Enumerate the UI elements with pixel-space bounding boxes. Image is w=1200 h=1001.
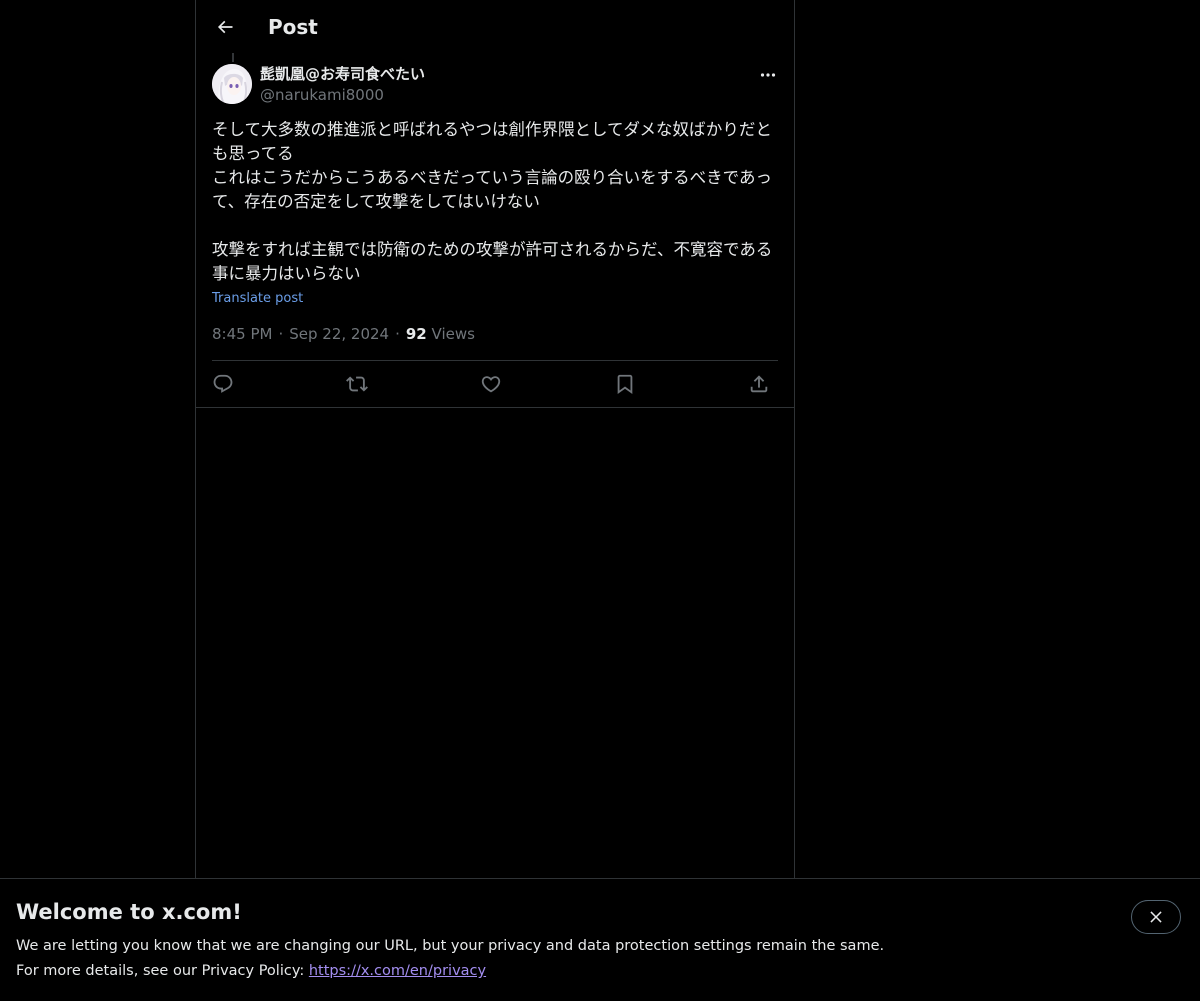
avatar[interactable] <box>212 64 252 104</box>
reply-button[interactable] <box>212 373 234 395</box>
banner-privacy-prefix: For more details, see our Privacy Policy… <box>16 963 309 979</box>
thread-connector-line <box>232 53 234 62</box>
banner-message: We are letting you know that we are chan… <box>16 938 885 954</box>
close-icon <box>1150 911 1162 923</box>
share-icon <box>750 375 768 393</box>
arrow-left-icon <box>217 20 233 34</box>
banner-title: Welcome to x.com! <box>16 900 242 924</box>
banner-close-button[interactable] <box>1131 900 1181 934</box>
views-count: 92 <box>405 325 427 343</box>
primary-column: Post 髭凱凰@お寿司食べたい @narukami8000 そして大多数の推進… <box>195 0 795 1000</box>
post-date[interactable]: Sep 22, 2024 <box>289 325 389 343</box>
bookmark-icon <box>617 374 633 395</box>
privacy-policy-link[interactable]: https://x.com/en/privacy <box>309 963 486 979</box>
heart-icon <box>481 376 501 393</box>
author-display-name[interactable]: 髭凱凰@お寿司食べたい <box>260 64 425 84</box>
reply-icon <box>213 374 233 393</box>
share-button[interactable] <box>748 373 770 395</box>
meta-separator: · <box>278 325 284 343</box>
page-title: Post <box>268 15 318 39</box>
back-button[interactable] <box>208 10 242 44</box>
more-options-button[interactable] <box>755 64 781 86</box>
like-button[interactable] <box>480 373 502 395</box>
banner-privacy-line: For more details, see our Privacy Policy… <box>16 961 486 981</box>
bookmark-button[interactable] <box>614 373 636 395</box>
more-dots-icon <box>760 73 776 77</box>
post-text: そして大多数の推進派と呼ばれるやつは創作界隈としてダメな奴ばかりだとも思ってる … <box>212 120 773 283</box>
author-handle[interactable]: @narukami8000 <box>260 85 384 105</box>
views-label: Views <box>431 325 475 343</box>
meta-separator: · <box>395 325 400 343</box>
translate-post-link[interactable]: Translate post <box>212 290 303 308</box>
post-time[interactable]: 8:45 PM <box>212 325 272 343</box>
page-header: Post <box>196 0 794 53</box>
post-meta: 8:45 PM · Sep 22, 2024 · 92 Views <box>212 324 475 344</box>
repost-icon <box>346 376 368 392</box>
avatar-image <box>212 64 252 104</box>
post-bottom-border <box>196 407 794 408</box>
welcome-banner: Welcome to x.com! We are letting you kno… <box>0 878 1200 1001</box>
repost-button[interactable] <box>346 373 368 395</box>
post-actions-bar <box>212 361 778 407</box>
